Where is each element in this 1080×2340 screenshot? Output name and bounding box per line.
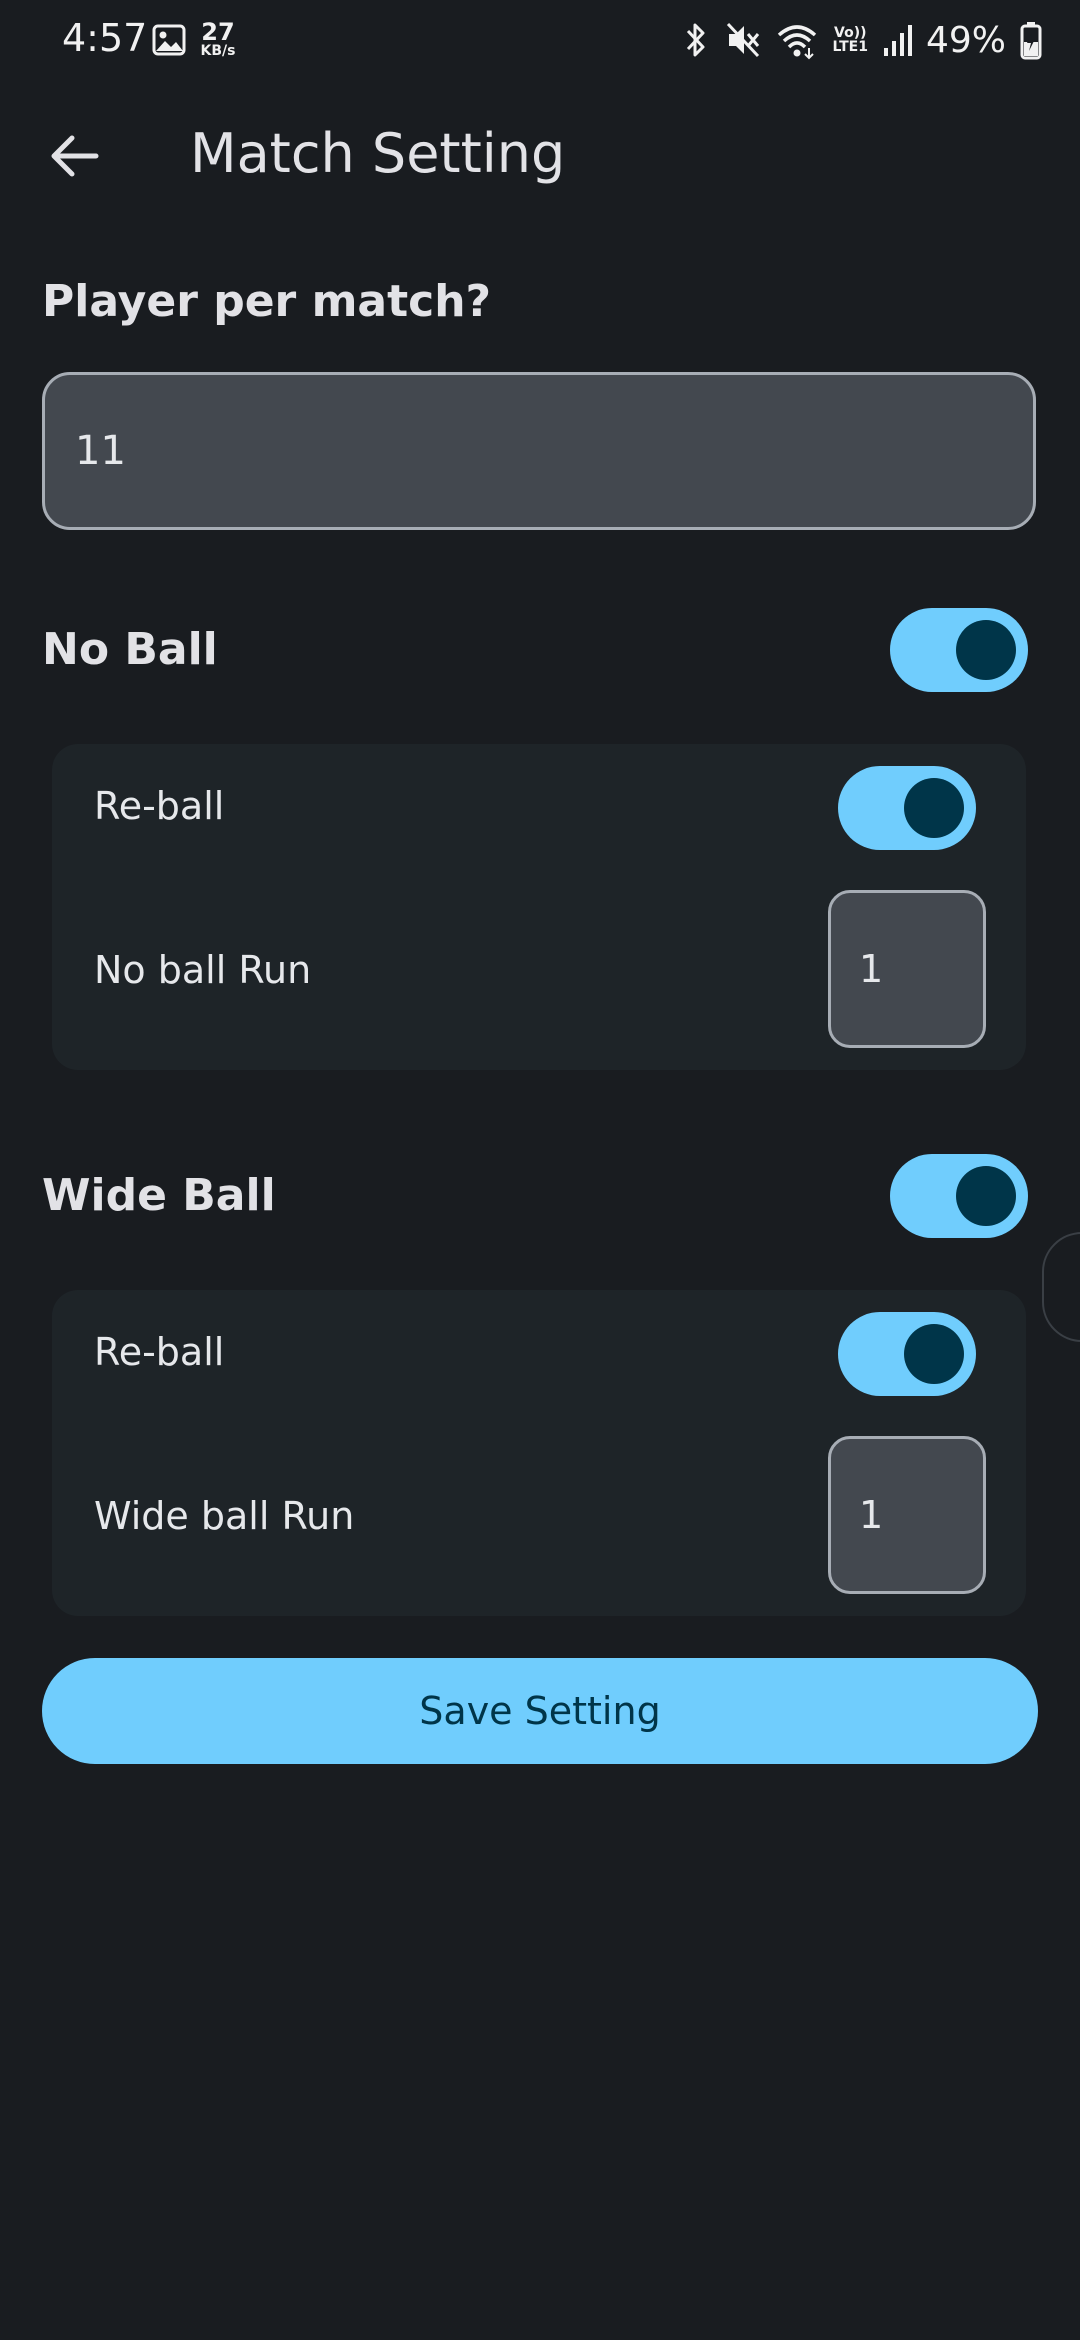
back-arrow-icon[interactable] [42,124,106,188]
wide-ball-reball-toggle-knob [904,1324,964,1384]
players-per-match-value: 11 [75,428,126,474]
players-per-match-input[interactable]: 11 [42,372,1036,530]
no-ball-toggle[interactable] [890,608,1028,692]
bluetooth-icon [681,20,711,60]
players-per-match-label: Player per match? [42,276,492,327]
edge-panel-handle[interactable] [1042,1232,1080,1342]
no-ball-label: No Ball [42,624,218,675]
network-type: Vo)) LTE1 [833,26,868,54]
wifi-icon [775,20,819,60]
status-icons: Vo)) LTE1 49% [681,18,1042,62]
wide-ball-run-label: Wide ball Run [94,1494,355,1538]
wide-ball-toggle-knob [956,1166,1016,1226]
no-ball-run-value: 1 [859,947,884,991]
no-ball-reball-toggle-knob [904,778,964,838]
network-speed: 27 KB/s [196,20,240,58]
wide-ball-run-value: 1 [859,1493,884,1537]
page-title: Match Setting [190,122,566,185]
network-speed-value: 27 [201,18,235,46]
signal-icon [882,22,912,58]
no-ball-run-input[interactable]: 1 [828,890,986,1048]
wide-ball-reball-toggle[interactable] [838,1312,976,1396]
wide-ball-label: Wide Ball [42,1170,276,1221]
no-ball-toggle-knob [956,620,1016,680]
no-ball-reball-label: Re-ball [94,784,225,828]
battery-percent: 49% [925,19,1006,61]
mute-icon [725,20,761,60]
gallery-icon [152,24,186,56]
no-ball-reball-toggle[interactable] [838,766,976,850]
network-speed-unit: KB/s [200,43,236,59]
status-time: 4:57 [62,16,148,60]
wide-ball-reball-label: Re-ball [94,1330,225,1374]
wide-ball-run-input[interactable]: 1 [828,1436,986,1594]
battery-icon [1020,20,1042,60]
status-bar: 4:57 27 KB/s Vo)) LTE1 49% [0,0,1080,80]
network-type-bottom: LTE1 [832,39,868,55]
no-ball-run-label: No ball Run [94,948,312,992]
wide-ball-toggle[interactable] [890,1154,1028,1238]
save-setting-button[interactable]: Save Setting [42,1658,1038,1764]
